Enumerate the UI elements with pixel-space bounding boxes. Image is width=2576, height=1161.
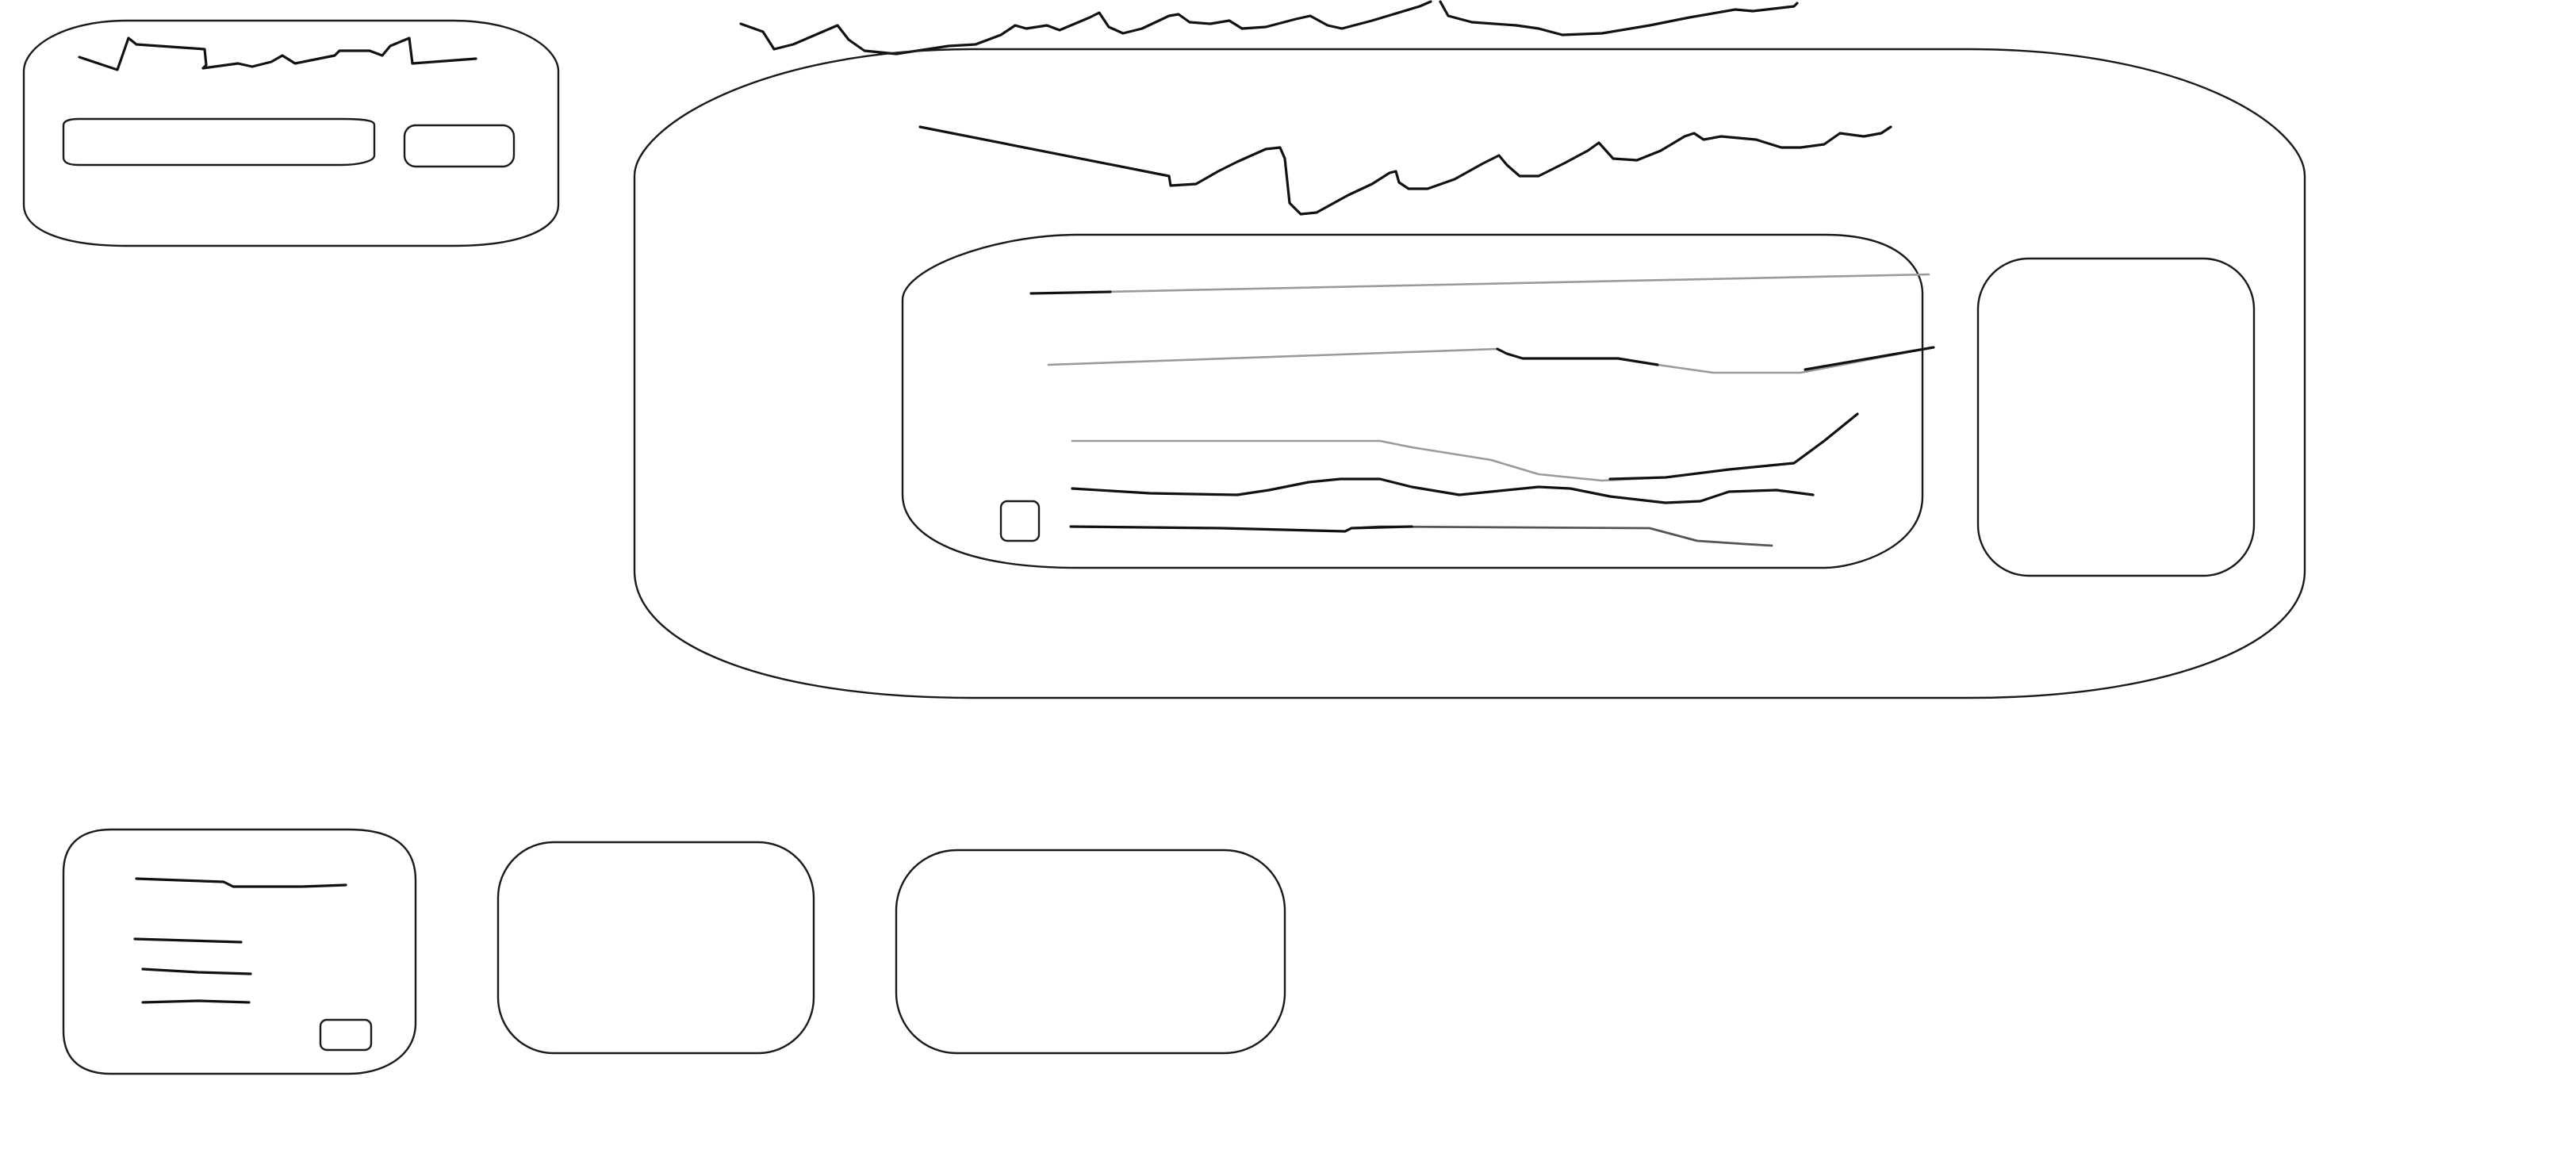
top-left-card bbox=[22, 19, 560, 247]
main-panel-content-card bbox=[901, 233, 1935, 569]
main-panel-frame bbox=[633, 48, 2306, 699]
wireframe-sketch-canvas bbox=[22, 0, 2306, 1075]
content-line-2 bbox=[1047, 346, 1935, 374]
top-left-card-text-input[interactable] bbox=[62, 117, 376, 167]
content-line-1 bbox=[1029, 273, 1930, 295]
bottom-list-card-button[interactable] bbox=[319, 1018, 373, 1052]
bottom-empty-card-2 bbox=[895, 849, 1286, 1055]
main-panel-top-scribble bbox=[739, 0, 1799, 56]
content-line-1-start bbox=[1029, 290, 1112, 295]
main-panel-side-card bbox=[1976, 257, 2256, 577]
main-panel bbox=[633, 0, 2306, 699]
bottom-list-item-3 bbox=[141, 999, 251, 1004]
main-panel-heading-scribble bbox=[918, 125, 1892, 216]
bottom-empty-card-1 bbox=[496, 841, 815, 1055]
content-line-5-start bbox=[1069, 525, 1413, 533]
content-line-3-end bbox=[1608, 412, 1859, 481]
bottom-list-item-2 bbox=[141, 968, 252, 975]
bottom-list-card-frame bbox=[62, 828, 417, 1075]
content-line-4 bbox=[1071, 477, 1815, 504]
content-line-3 bbox=[1071, 412, 1859, 482]
bottom-list-card-title-scribble bbox=[135, 877, 347, 888]
content-line-5 bbox=[1069, 525, 1773, 547]
bottom-list-card bbox=[62, 828, 417, 1075]
top-left-card-title-scribble bbox=[78, 36, 477, 71]
top-left-card-frame bbox=[22, 19, 560, 247]
bottom-list-item-1 bbox=[133, 937, 243, 944]
content-checkbox[interactable] bbox=[999, 500, 1041, 542]
content-line-2-end bbox=[1496, 346, 1935, 371]
top-left-card-button[interactable] bbox=[403, 124, 516, 168]
